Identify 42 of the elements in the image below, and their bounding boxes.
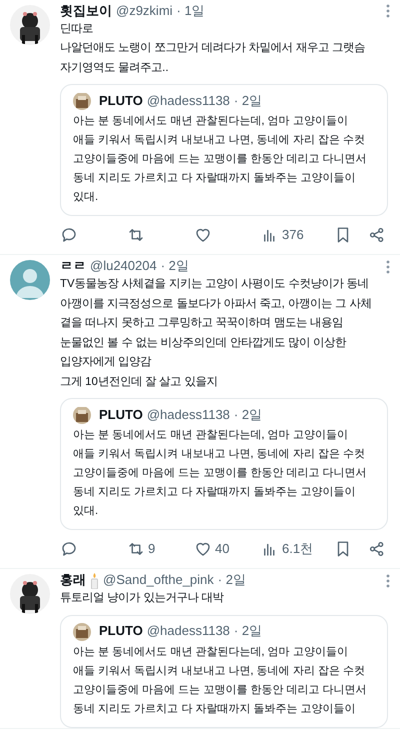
- quote-text: 아는 분 동네에서도 매년 관찰된다는데, 엄마 고양이들이 애들 키워서 독립시켜 내보내고 나면, 동네에 자리 잡은 수컷 고양이들중에 마음에 드는 꼬맹이를 한동안 데리고 다니면서 동네 지리도 가르치고 다 자랄때까지 돌봐주는 고양이들이: [73, 644, 368, 717]
- user-handle[interactable]: @hadess1138: [146, 406, 230, 424]
- quote-text: 아는 분 동네에서도 매년 관찰된다는데, 엄마 고양이들이 애들 키워서 독립시켜 내보내고 나면, 동네에 자리 잡은 수컷 고양이들중에 마음에 드는 꼬맹이를 한동안 데리고 다니면서 동네 지리도 가르치고 다 자랄때까지 돌봐주는 고양이들이 있대.: [73, 428, 368, 520]
- quote-card[interactable]: PLUTO @hadess1138 · 2일 아는 분 동네에서도 매년 관찰된다는데, 엄마 고양이들이 애들 키워서 독립시켜 내보내고 나면, 동네에 자리 잡은 수컷 고양이들중에 마음에 드는 꼬맹이를 한동안 데리고 다니면서 동네 지리도 가르치고 다 자랄때까지 돌봐주는 고양이들이 있대.: [60, 398, 388, 530]
- user-handle[interactable]: @lu240204: [90, 258, 157, 276]
- post-time: · 2일: [160, 258, 189, 276]
- heart-button[interactable]: 40: [194, 540, 261, 558]
- share-icon[interactable]: [368, 540, 386, 558]
- more-icon[interactable]: [386, 4, 390, 18]
- candle-icon: [90, 572, 99, 589]
- heart-icon: [194, 540, 212, 558]
- more-icon[interactable]: [386, 574, 390, 588]
- share-icon[interactable]: [368, 226, 386, 244]
- quote-card[interactable]: PLUTO @hadess1138 · 2일 아는 분 동네에서도 매년 관찰된다는데, 엄마 고양이들이 애들 키워서 독립시켜 내보내고 나면, 동네에 자리 잡은 수컷 고양이들중에 마음에 드는 꼬맹이를 한동안 데리고 다니면서 동네 지리도 가르치고 다 자랄때까지 돌봐주는 고양이들이 있대.: [60, 84, 388, 216]
- post-time: · 2일: [234, 92, 262, 110]
- post-time: · 2일: [234, 406, 262, 424]
- chart-button[interactable]: 6.1천: [261, 540, 331, 558]
- user-name[interactable]: ㄹㄹ: [60, 258, 86, 276]
- post-time: · 2일: [218, 572, 246, 590]
- user-handle[interactable]: @z9zkimi: [116, 3, 173, 20]
- quote-text: 아는 분 동네에서도 매년 관찰된다는데, 엄마 고양이들이 애들 키워서 독립시켜 내보내고 나면, 동네에 자리 잡은 수컷 고양이들중에 마음에 드는 꼬맹이를 한동안 데리고 다니면서 동네 지리도 가르치고 다 자랄때까지 돌봐주는 고양이들이 있대.: [73, 114, 368, 206]
- quote-card[interactable]: PLUTO @hadess1138 · 2일 아는 분 동네에서도 매년 관찰된다는데, 엄마 고양이들이 애들 키워서 독립시켜 내보내고 나면, 동네에 자리 잡은 수컷 고양이들중에 마음에 드는 꼬맹이를 한동안 데리고 다니면서 동네 지리도 가르치고 다 자랄때까지 돌봐주는 고양이들이: [60, 614, 388, 728]
- post-time: · 2일: [234, 623, 262, 640]
- reply-icon: [60, 226, 78, 244]
- default-avatar-icon[interactable]: [10, 260, 50, 300]
- post-text: TV동물농장 사체곁을 지키는 고양이 사평이도 수컷냥이가 동네 아깽이를 지극정성으로 돌보다가 아파서 죽고, 아깽이는 그 사체 곁을 떠나지 못하고 그루밍하고 꾹꾹이하며 맴도는 내용임 눈물없인 볼 수 없는 비상주의인데 안타깝게도 많이 이상한 입양자에게 입양감 그게 10년전인데 잘 살고 있을지: [60, 277, 372, 390]
- user-name[interactable]: PLUTO: [99, 92, 143, 110]
- user-handle[interactable]: @hadess1138: [146, 623, 230, 640]
- reply-icon: [60, 540, 78, 558]
- heart-icon: [194, 226, 212, 244]
- user-handle[interactable]: @hadess1138: [146, 92, 230, 110]
- post-text: 딘따로 나알던애도 노랭이 쪼그만거 데려다가 차밑에서 재우고 그랫슴 자기영역도 물려주고..: [60, 22, 366, 76]
- user-name[interactable]: 횟집보이: [60, 3, 112, 20]
- retweet-button[interactable]: 9: [127, 540, 194, 558]
- user-name[interactable]: 홍래: [60, 572, 86, 590]
- post-text: 튜토리얼 냥이가 있는거구나 대박: [60, 591, 225, 606]
- more-icon[interactable]: [386, 260, 390, 274]
- chart-button[interactable]: 376: [261, 226, 331, 244]
- user-handle[interactable]: @Sand_ofthe_pink: [103, 572, 214, 590]
- post-time: · 1일: [176, 3, 205, 20]
- user-name[interactable]: PLUTO: [99, 406, 143, 424]
- user-name[interactable]: PLUTO: [99, 623, 143, 640]
